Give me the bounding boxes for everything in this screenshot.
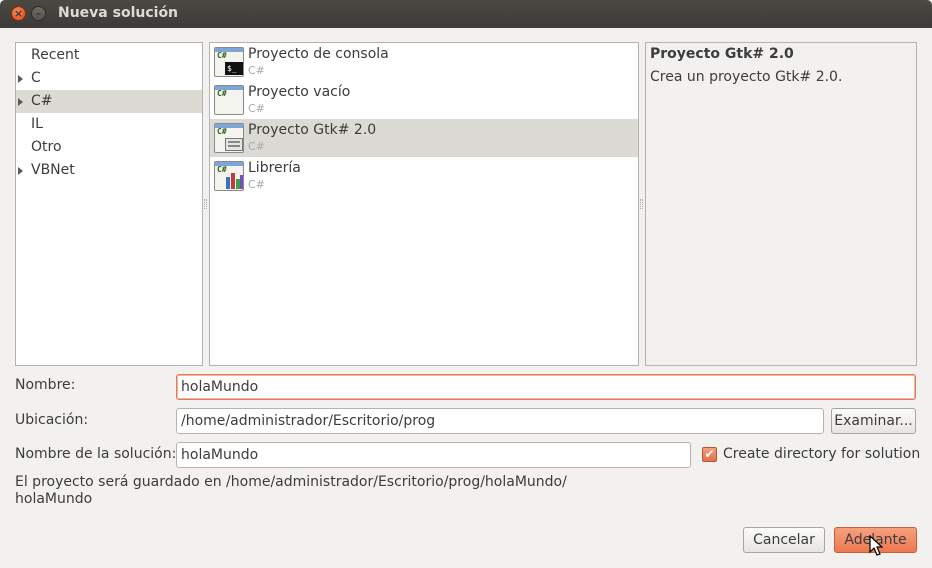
- template-item-empty[interactable]: C# Proyecto vacío C#: [210, 81, 638, 119]
- template-list: C# $_ Proyecto de consola C# C# Proyecto…: [209, 42, 639, 366]
- minimize-window-button[interactable]: –: [31, 6, 46, 21]
- solution-name-input[interactable]: [176, 442, 691, 468]
- solution-name-label: Nombre de la solución:: [15, 446, 177, 462]
- create-directory-label[interactable]: Create directory for solution: [723, 446, 920, 462]
- category-item-vbnet[interactable]: VBNet: [16, 159, 202, 182]
- pane-resize-handle[interactable]: [204, 199, 207, 209]
- pane-resize-handle[interactable]: [640, 199, 643, 209]
- browse-button[interactable]: Examinar...: [831, 408, 916, 434]
- category-label: IL: [31, 116, 43, 132]
- location-input[interactable]: [176, 408, 824, 434]
- template-name: Proyecto Gtk# 2.0: [248, 122, 377, 138]
- description-text: Crea un proyecto Gtk# 2.0.: [650, 69, 843, 85]
- category-item-csharp[interactable]: C#: [16, 90, 202, 113]
- location-label: Ubicación:: [15, 412, 89, 428]
- library-project-icon: C#: [214, 161, 244, 191]
- save-path-line-2: holaMundo: [15, 491, 93, 507]
- template-language: C#: [248, 178, 265, 191]
- project-name-input[interactable]: [176, 374, 916, 400]
- title-bar: × – Nueva solución: [0, 0, 932, 28]
- template-description-panel: Proyecto Gtk# 2.0 Crea un proyecto Gtk# …: [645, 42, 917, 366]
- category-label: Otro: [31, 139, 62, 155]
- expander-arrow-icon[interactable]: [18, 98, 23, 106]
- category-item-c[interactable]: C: [16, 67, 202, 90]
- category-item-il[interactable]: IL: [16, 113, 202, 136]
- template-name: Librería: [248, 160, 301, 176]
- name-label: Nombre:: [15, 377, 76, 393]
- window-title: Nueva solución: [58, 5, 179, 21]
- category-item-otro[interactable]: Otro: [16, 136, 202, 159]
- cancel-button[interactable]: Cancelar: [743, 527, 825, 553]
- description-title: Proyecto Gtk# 2.0: [650, 46, 794, 62]
- template-language: C#: [248, 140, 265, 153]
- template-item-gtk[interactable]: C# Proyecto Gtk# 2.0 C#: [210, 119, 638, 157]
- category-label: C#: [31, 93, 53, 109]
- template-language: C#: [248, 102, 265, 115]
- template-language: C#: [248, 64, 265, 77]
- category-item-recent[interactable]: Recent: [16, 44, 202, 67]
- category-list: Recent C C# IL Otro VBNet: [15, 42, 203, 366]
- template-name: Proyecto vacío: [248, 84, 351, 100]
- empty-project-icon: C#: [214, 85, 244, 115]
- close-window-button[interactable]: ×: [11, 6, 26, 21]
- template-item-console[interactable]: C# $_ Proyecto de consola C#: [210, 43, 638, 81]
- gtk-project-icon: C#: [214, 123, 244, 153]
- console-project-icon: C# $_: [214, 47, 244, 77]
- expander-arrow-icon[interactable]: [18, 167, 23, 175]
- expander-arrow-icon[interactable]: [18, 75, 23, 83]
- mouse-pointer-icon: [869, 535, 883, 556]
- save-path-line-1: El proyecto será guardado en /home/admin…: [15, 474, 567, 490]
- template-name: Proyecto de consola: [248, 46, 389, 62]
- create-directory-checkbox[interactable]: ✔: [702, 447, 717, 462]
- category-label: Recent: [31, 47, 80, 63]
- template-item-library[interactable]: C# Librería C#: [210, 157, 638, 195]
- category-label: VBNet: [31, 162, 75, 178]
- category-label: C: [31, 70, 41, 86]
